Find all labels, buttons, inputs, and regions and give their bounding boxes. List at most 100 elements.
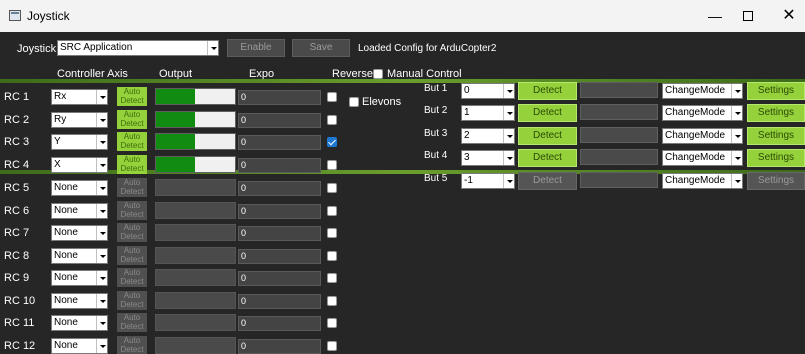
joystick-label: Joystick bbox=[17, 43, 57, 55]
button-mode-select[interactable]: ChangeMode bbox=[662, 83, 743, 99]
channel-reverse-checkbox[interactable] bbox=[327, 296, 337, 306]
button-settings-button[interactable]: Settings bbox=[747, 172, 805, 190]
channel-reverse-checkbox[interactable] bbox=[327, 92, 337, 102]
channel-reverse-checkbox[interactable] bbox=[327, 341, 337, 351]
channel-expo-input[interactable]: 0 bbox=[238, 135, 321, 150]
auto-detect-button[interactable]: Auto Detect bbox=[117, 223, 147, 242]
button-mode-value: ChangeMode bbox=[665, 107, 726, 118]
chevron-down-icon bbox=[96, 226, 107, 240]
chevron-down-icon bbox=[96, 204, 107, 218]
elevons-label: Elevons bbox=[362, 96, 402, 108]
auto-detect-button[interactable]: Auto Detect bbox=[117, 110, 147, 129]
channel-axis-select[interactable]: None bbox=[51, 203, 108, 219]
enable-button[interactable]: Enable bbox=[227, 39, 285, 57]
channel-axis-select[interactable]: None bbox=[51, 180, 108, 196]
save-button[interactable]: Save bbox=[292, 39, 350, 57]
manual-control-checkbox[interactable] bbox=[373, 69, 383, 79]
channel-expo-input[interactable]: 0 bbox=[238, 90, 321, 105]
chevron-down-icon bbox=[96, 339, 107, 353]
auto-detect-button[interactable]: Auto Detect bbox=[117, 201, 147, 220]
auto-detect-button[interactable]: Auto Detect bbox=[117, 178, 147, 197]
channel-output-bar bbox=[155, 179, 236, 196]
button-detect-button[interactable]: Detect bbox=[518, 82, 577, 100]
button-settings-button[interactable]: Settings bbox=[747, 149, 805, 167]
channel-label: RC 9 bbox=[4, 272, 30, 284]
channel-expo-input[interactable]: 0 bbox=[238, 339, 321, 354]
auto-detect-button[interactable]: Auto Detect bbox=[117, 291, 147, 310]
chevron-down-icon bbox=[96, 113, 107, 127]
channel-reverse-checkbox[interactable] bbox=[327, 137, 337, 147]
minimize-button[interactable]: — bbox=[700, 0, 730, 32]
channel-output-bar bbox=[155, 292, 236, 309]
button-detect-button[interactable]: Detect bbox=[518, 104, 577, 122]
auto-detect-button[interactable]: Auto Detect bbox=[117, 155, 147, 174]
channel-expo-input[interactable]: 0 bbox=[238, 271, 321, 286]
button-index-select[interactable]: 2 bbox=[461, 128, 515, 144]
channel-axis-select[interactable]: None bbox=[51, 225, 108, 241]
maximize-icon bbox=[742, 11, 753, 22]
auto-detect-button[interactable]: Auto Detect bbox=[117, 246, 147, 265]
channel-expo-input[interactable]: 0 bbox=[238, 294, 321, 309]
elevons-checkbox[interactable] bbox=[349, 97, 359, 107]
channel-axis-select[interactable]: None bbox=[51, 270, 108, 286]
channel-reverse-checkbox[interactable] bbox=[327, 228, 337, 238]
button-detect-button[interactable]: Detect bbox=[518, 127, 577, 145]
button-settings-button[interactable]: Settings bbox=[747, 82, 805, 100]
maximize-button[interactable] bbox=[736, 0, 759, 32]
button-mode-select[interactable]: ChangeMode bbox=[662, 150, 743, 166]
channel-reverse-checkbox[interactable] bbox=[327, 115, 337, 125]
channel-expo-input[interactable]: 0 bbox=[238, 113, 321, 128]
button-detect-button[interactable]: Detect bbox=[518, 172, 577, 190]
channel-expo-input[interactable]: 0 bbox=[238, 249, 321, 264]
channel-axis-select[interactable]: None bbox=[51, 338, 108, 354]
button-settings-button[interactable]: Settings bbox=[747, 104, 805, 122]
button-mode-select[interactable]: ChangeMode bbox=[662, 128, 743, 144]
button-index-value: 2 bbox=[464, 130, 470, 141]
auto-detect-button[interactable]: Auto Detect bbox=[117, 336, 147, 354]
channel-expo-input[interactable]: 0 bbox=[238, 204, 321, 219]
channel-output-bar bbox=[155, 314, 236, 331]
channel-axis-select[interactable]: Y bbox=[51, 134, 108, 150]
channel-output-bar bbox=[155, 247, 236, 264]
auto-detect-button[interactable]: Auto Detect bbox=[117, 313, 147, 332]
auto-detect-button[interactable]: Auto Detect bbox=[117, 87, 147, 106]
channel-axis-select[interactable]: None bbox=[51, 293, 108, 309]
channel-reverse-checkbox[interactable] bbox=[327, 251, 337, 261]
button-detect-button[interactable]: Detect bbox=[518, 149, 577, 167]
channel-axis-select[interactable]: Rx bbox=[51, 89, 108, 105]
channel-expo-input[interactable]: 0 bbox=[238, 316, 321, 331]
auto-detect-button[interactable]: Auto Detect bbox=[117, 268, 147, 287]
channel-expo-input[interactable]: 0 bbox=[238, 158, 321, 173]
button-index-select[interactable]: 3 bbox=[461, 150, 515, 166]
button-state-box bbox=[580, 127, 658, 143]
chevron-down-icon bbox=[96, 294, 107, 308]
button-index-select[interactable]: -1 bbox=[461, 173, 515, 189]
auto-detect-button[interactable]: Auto Detect bbox=[117, 132, 147, 151]
channel-axis-value: Y bbox=[54, 136, 61, 147]
button-mode-select[interactable]: ChangeMode bbox=[662, 173, 743, 189]
close-button[interactable]: ✕ bbox=[773, 0, 805, 32]
channel-reverse-checkbox[interactable] bbox=[327, 318, 337, 328]
joystick-select[interactable]: SRC Application bbox=[57, 40, 219, 56]
channel-axis-select[interactable]: X bbox=[51, 157, 108, 173]
channel-axis-select[interactable]: None bbox=[51, 248, 108, 264]
channel-axis-select[interactable]: None bbox=[51, 315, 108, 331]
button-index-select[interactable]: 1 bbox=[461, 105, 515, 121]
channel-reverse-checkbox[interactable] bbox=[327, 160, 337, 170]
chevron-down-icon bbox=[503, 151, 514, 165]
chevron-down-icon bbox=[96, 316, 107, 330]
channel-reverse-checkbox[interactable] bbox=[327, 273, 337, 283]
channel-label: RC 8 bbox=[4, 250, 30, 262]
button-settings-button[interactable]: Settings bbox=[747, 127, 805, 145]
channel-output-fill bbox=[156, 157, 195, 172]
status-text: Loaded Config for ArduCopter2 bbox=[358, 43, 497, 54]
channel-axis-select[interactable]: Ry bbox=[51, 112, 108, 128]
channel-expo-input[interactable]: 0 bbox=[238, 226, 321, 241]
button-mode-select[interactable]: ChangeMode bbox=[662, 105, 743, 121]
button-index-select[interactable]: 0 bbox=[461, 83, 515, 99]
chevron-down-icon bbox=[731, 84, 742, 98]
channel-expo-input[interactable]: 0 bbox=[238, 181, 321, 196]
channel-reverse-checkbox[interactable] bbox=[327, 206, 337, 216]
channel-reverse-checkbox[interactable] bbox=[327, 183, 337, 193]
channel-label: RC 7 bbox=[4, 227, 30, 239]
